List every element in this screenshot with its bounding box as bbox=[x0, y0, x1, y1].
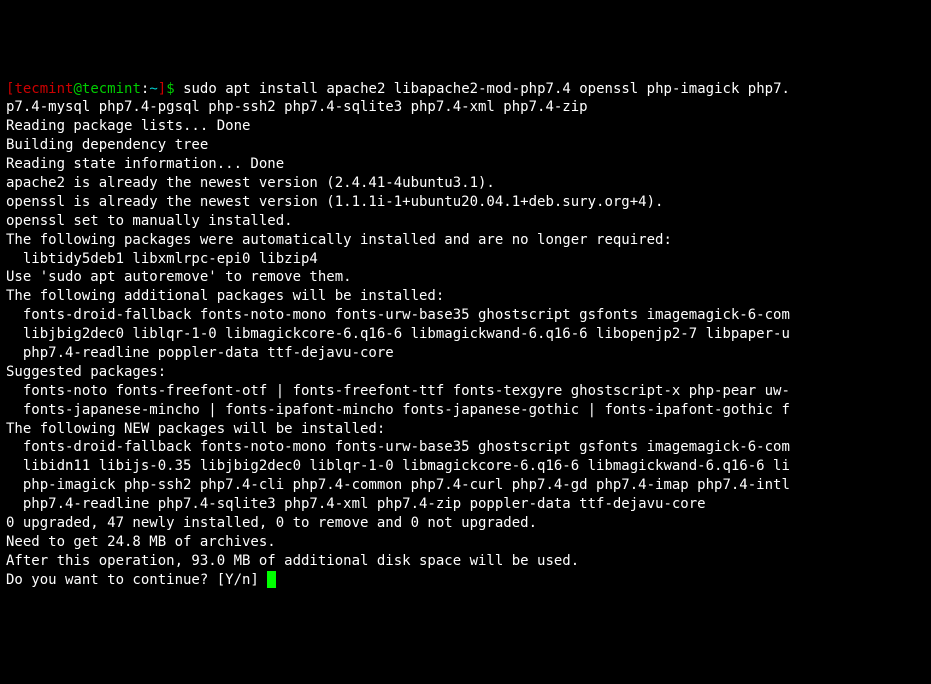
prompt-dollar: $ bbox=[166, 81, 183, 97]
output-line: fonts-noto fonts-freefont-otf | fonts-fr… bbox=[6, 383, 790, 399]
output-line: 0 upgraded, 47 newly installed, 0 to rem… bbox=[6, 515, 537, 531]
output-line: libidn11 libijs-0.35 libjbig2dec0 liblqr… bbox=[6, 458, 790, 474]
output-line: php-imagick php-ssh2 php7.4-cli php7.4-c… bbox=[6, 477, 790, 493]
prompt-close-bracket: ] bbox=[158, 81, 166, 97]
output-line: php7.4-readline poppler-data ttf-dejavu-… bbox=[6, 345, 394, 361]
cursor[interactable] bbox=[267, 571, 276, 588]
terminal-output[interactable]: [tecmint@tecmint:~]$ sudo apt install ap… bbox=[6, 80, 925, 590]
output-line: Need to get 24.8 MB of archives. bbox=[6, 534, 276, 550]
output-line: Reading state information... Done bbox=[6, 156, 284, 172]
prompt-user: tecmint bbox=[14, 81, 73, 97]
continue-prompt: Do you want to continue? [Y/n] bbox=[6, 572, 267, 588]
output-line: Building dependency tree bbox=[6, 137, 208, 153]
output-line: fonts-droid-fallback fonts-noto-mono fon… bbox=[6, 307, 790, 323]
command-line-2: p7.4-mysql php7.4-pgsql php-ssh2 php7.4-… bbox=[6, 99, 588, 115]
output-line: fonts-droid-fallback fonts-noto-mono fon… bbox=[6, 439, 790, 455]
output-line: php7.4-readline php7.4-sqlite3 php7.4-xm… bbox=[6, 496, 706, 512]
prompt-at: @ bbox=[73, 81, 81, 97]
output-line: libtidy5deb1 libxmlrpc-epi0 libzip4 bbox=[6, 251, 318, 267]
command-line-1: sudo apt install apache2 libapache2-mod-… bbox=[183, 81, 790, 97]
output-line: After this operation, 93.0 MB of additio… bbox=[6, 553, 579, 569]
output-line: apache2 is already the newest version (2… bbox=[6, 175, 495, 191]
output-line: Reading package lists... Done bbox=[6, 118, 250, 134]
output-line: Suggested packages: bbox=[6, 364, 166, 380]
output-line: Use 'sudo apt autoremove' to remove them… bbox=[6, 269, 352, 285]
output-line: The following packages were automaticall… bbox=[6, 232, 672, 248]
prompt-path: ~ bbox=[149, 81, 157, 97]
output-line: The following additional packages will b… bbox=[6, 288, 444, 304]
output-line: openssl set to manually installed. bbox=[6, 213, 293, 229]
prompt-host: tecmint bbox=[82, 81, 141, 97]
output-line: openssl is already the newest version (1… bbox=[6, 194, 663, 210]
output-line: The following NEW packages will be insta… bbox=[6, 421, 385, 437]
output-line: fonts-japanese-mincho | fonts-ipafont-mi… bbox=[6, 402, 790, 418]
output-line: libjbig2dec0 liblqr-1-0 libmagickcore-6.… bbox=[6, 326, 790, 342]
